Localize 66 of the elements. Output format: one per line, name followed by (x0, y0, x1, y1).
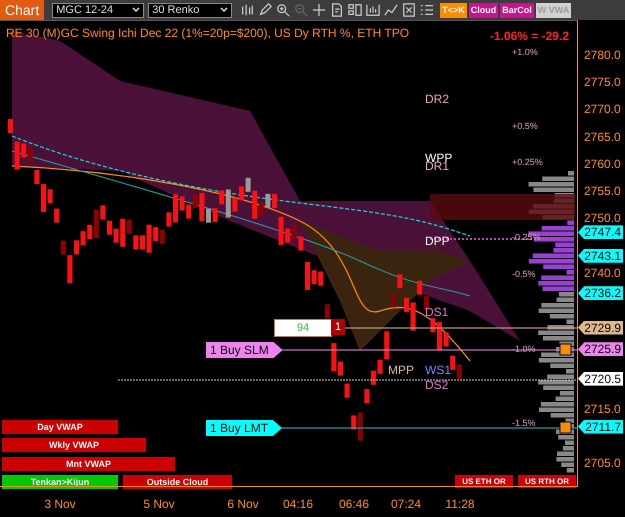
price-tick: 2770.0 (584, 102, 621, 116)
percent-level-label: +0.5% (512, 121, 538, 131)
time-tick: 5 Nov (143, 497, 175, 511)
pivot-label: WS1 (425, 363, 452, 377)
chart-tab[interactable]: Chart (0, 0, 44, 20)
position-quantity: 1 (331, 319, 345, 335)
price-flag: 2747.4 (578, 225, 623, 240)
price-flag: 2743.1 (578, 248, 623, 263)
price-flag: 2725.9 (578, 342, 623, 356)
time-tick: 6 Nov (227, 497, 259, 511)
time-tick: 3 Nov (44, 497, 76, 511)
price-flag: 2720.5 (578, 372, 623, 386)
order-tag[interactable]: 1 Buy LMT (206, 420, 282, 436)
price-tick: 2775.0 (584, 75, 621, 90)
price-flag: 2729.9 (578, 320, 623, 335)
chart-title: RE 30 (M)GC Swing Ichi Dec 22 (1%=20p=$200), US Dy RTH %, ETH TPO (6, 26, 410, 40)
percent-level-label: +0.25% (512, 157, 543, 167)
pivot-label: DS1 (425, 305, 448, 319)
bar-chart-icon[interactable] (240, 3, 254, 17)
document-search-icon[interactable] (330, 3, 344, 17)
price-tick: 2760.0 (584, 156, 621, 171)
position-pnl: 94 (274, 319, 332, 337)
toggle-button[interactable]: Cloud (468, 2, 498, 18)
price-tick: 2740.0 (584, 266, 621, 280)
pivot-label: DPP (425, 234, 450, 248)
caret-icon (220, 7, 228, 13)
price-tick: 2715.0 (584, 402, 621, 416)
time-tick: 06:46 (338, 497, 370, 511)
instrument-dropdown[interactable]: MGC 12-24 (52, 2, 144, 18)
pivot-label: DS2 (425, 378, 448, 392)
period-dropdown[interactable]: 30 Renko (148, 2, 232, 18)
price-tick: 2750.0 (584, 211, 621, 226)
caret-icon (132, 7, 140, 13)
line-chart-icon[interactable] (384, 3, 398, 17)
time-tick: 04:16 (282, 497, 314, 511)
list-icon[interactable] (420, 3, 434, 17)
pivot-label: MPP (388, 363, 414, 377)
close-order-icon[interactable] (560, 344, 572, 356)
session-bar: US ETH OR (455, 475, 513, 488)
zoom-in-icon[interactable] (276, 3, 290, 17)
indicator-bar: Day VWAP (2, 420, 118, 434)
price-flag: 2711.7 (578, 420, 623, 434)
price-tick: 2705.0 (584, 456, 621, 470)
percent-level-label: -0.5% (512, 269, 536, 279)
data-box-icon[interactable] (366, 3, 380, 17)
price-tick: 2765.0 (584, 130, 621, 144)
pencil-icon[interactable] (258, 3, 272, 17)
change-label: -1.06% = -29.2 (490, 29, 569, 43)
crosshair-icon[interactable] (312, 3, 326, 17)
panel-icon[interactable] (348, 3, 362, 17)
percent-level-label: +1.0% (512, 47, 538, 57)
pivot-label: DR2 (425, 92, 450, 106)
indicator-bar: Outside Cloud (123, 475, 232, 489)
session-bar: US RTH OR (518, 475, 576, 488)
order-tag[interactable]: 1 Buy SLM (206, 342, 283, 358)
price-flag: 2736.2 (578, 286, 623, 300)
price-tick: 2755.0 (584, 184, 621, 198)
indicator-bar: Tenkan>Kijun (2, 475, 118, 489)
price-tick: 2780.0 (584, 48, 621, 62)
time-tick: 11:28 (445, 497, 475, 511)
close-order-icon[interactable] (560, 422, 572, 434)
time-tick: 07:24 (390, 497, 422, 511)
indicator-bar: Mnt VWAP (2, 457, 175, 471)
toggle-button[interactable]: BarCol (500, 2, 534, 18)
indicator-bar: Wkly VWAP (2, 438, 146, 452)
percent-level-label: -1.5% (512, 418, 536, 428)
